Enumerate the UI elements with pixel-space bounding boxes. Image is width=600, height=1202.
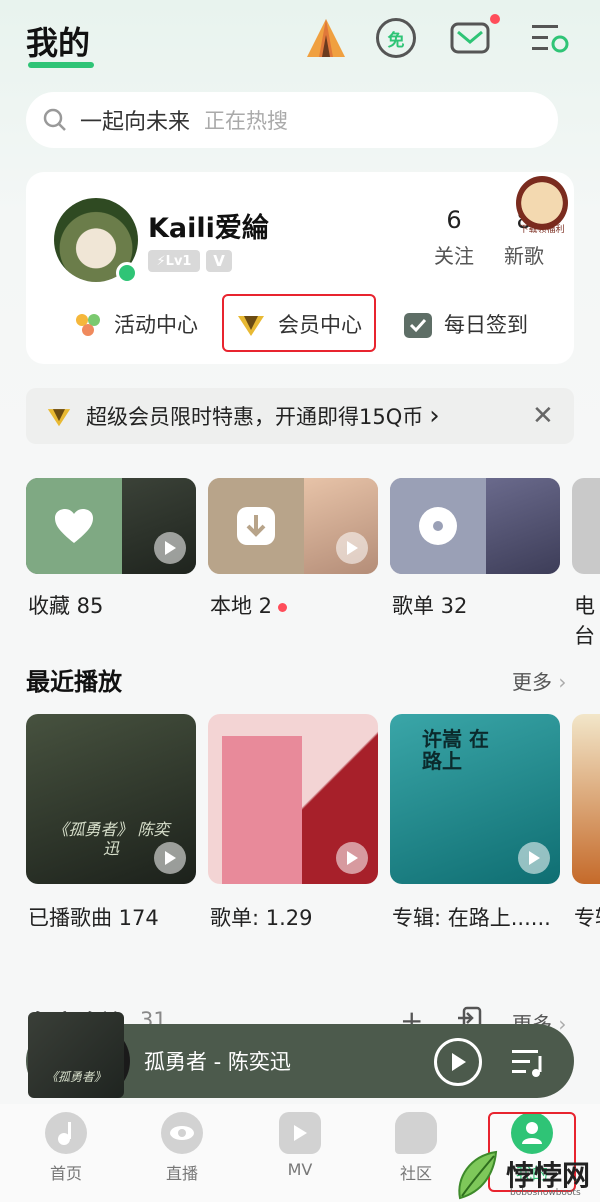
search-icon bbox=[43, 108, 66, 131]
play-icon[interactable] bbox=[154, 532, 186, 564]
recent-label-album: 专辑: 在路上...... bbox=[392, 906, 551, 930]
stat-new-songs-label: 新歌 bbox=[504, 244, 544, 268]
nav-mv[interactable]: MV bbox=[260, 1112, 340, 1179]
nav-live[interactable]: 直播 bbox=[142, 1112, 222, 1184]
search-bar[interactable]: 一起向未来 正在热搜 bbox=[26, 92, 558, 148]
search-hint: 正在热搜 bbox=[204, 109, 289, 133]
now-playing-cover[interactable]: 《孤勇者》 bbox=[28, 1012, 124, 1098]
nav-mv-label: MV bbox=[287, 1160, 313, 1179]
activity-center-button[interactable]: 活动中心 bbox=[72, 300, 198, 348]
level-label: Lv1 bbox=[165, 253, 192, 269]
leaf-logo-icon bbox=[458, 1150, 498, 1200]
vip-center-highlight bbox=[222, 294, 376, 352]
recent-more-link[interactable]: 更多 › bbox=[512, 666, 566, 695]
chevron-right-icon: › bbox=[429, 401, 440, 431]
vip-promo-text: 超级会员限时特惠，开通即得15Q币 bbox=[86, 405, 424, 429]
site-watermark: 悖悖网 bobosnowboots bbox=[450, 1148, 600, 1202]
mail-icon[interactable] bbox=[446, 14, 494, 62]
favorites-label: 收藏 85 bbox=[28, 594, 104, 618]
recent-card-album[interactable]: 许嵩 在路上 bbox=[390, 714, 560, 884]
username[interactable]: Kaili爱綸 bbox=[148, 206, 269, 245]
page-title: 我的 bbox=[26, 24, 91, 62]
free-label: 免 bbox=[387, 30, 405, 51]
video-icon bbox=[279, 1112, 321, 1154]
now-playing-cover-text: 《孤勇者》 bbox=[45, 1070, 106, 1084]
nav-community[interactable]: 社区 bbox=[376, 1112, 456, 1184]
recent-card-playlist[interactable] bbox=[208, 714, 378, 884]
play-icon[interactable] bbox=[336, 842, 368, 874]
watermark-sub: bobosnowboots bbox=[510, 1188, 581, 1198]
radio-label: 电台 bbox=[574, 594, 595, 648]
nav-live-label: 直播 bbox=[165, 1164, 198, 1183]
play-icon[interactable] bbox=[518, 842, 550, 874]
play-icon bbox=[452, 1053, 466, 1071]
stat-follow[interactable]: 6 关注 bbox=[424, 206, 484, 269]
chat-bubble-icon bbox=[395, 1112, 437, 1154]
daily-checkin-button[interactable]: 每日签到 bbox=[402, 300, 528, 348]
new-dot bbox=[278, 602, 288, 612]
nav-community-label: 社区 bbox=[399, 1164, 432, 1183]
wechat-badge-icon bbox=[116, 262, 138, 284]
play-icon[interactable] bbox=[336, 532, 368, 564]
stat-follow-label: 关注 bbox=[434, 244, 474, 268]
eye-icon bbox=[161, 1112, 203, 1154]
nav-home-label: 首页 bbox=[49, 1164, 82, 1183]
local-label: 本地 2 bbox=[210, 594, 273, 618]
level-badge[interactable]: ⚡ Lv1 bbox=[148, 250, 200, 272]
daily-checkin-label: 每日签到 bbox=[444, 313, 528, 337]
free-mode-icon[interactable]: 免 bbox=[372, 14, 420, 62]
recent-card-played[interactable]: 《孤勇者》 陈奕迅 bbox=[26, 714, 196, 884]
unread-dot bbox=[490, 14, 500, 24]
playlists-card[interactable] bbox=[390, 478, 560, 574]
activity-center-label: 活动中心 bbox=[114, 313, 198, 337]
radio-card[interactable] bbox=[572, 478, 600, 574]
activity-icon bbox=[76, 314, 100, 336]
play-button[interactable] bbox=[434, 1038, 482, 1086]
vip-promo-banner[interactable]: 超级会员限时特惠，开通即得15Q币 › bbox=[26, 388, 574, 444]
nav-home[interactable]: 首页 bbox=[26, 1112, 106, 1184]
recent-more-label: 更多 bbox=[512, 670, 552, 694]
search-query: 一起向未来 bbox=[80, 110, 191, 135]
heart-icon bbox=[26, 478, 122, 574]
cover-art bbox=[222, 736, 302, 884]
cover-art bbox=[486, 478, 560, 574]
cover-text: 许嵩 在路上 bbox=[422, 727, 489, 773]
tent-icon[interactable] bbox=[302, 14, 350, 62]
chevron-right-icon: › bbox=[552, 670, 567, 694]
favorites-card[interactable] bbox=[26, 478, 196, 574]
diamond-icon bbox=[47, 409, 71, 427]
download-icon bbox=[208, 478, 304, 574]
title-underline bbox=[28, 62, 94, 68]
play-icon[interactable] bbox=[154, 842, 186, 874]
playlists-label: 歌单 32 bbox=[392, 594, 468, 618]
recent-section-title: 最近播放 bbox=[26, 668, 122, 696]
now-playing-title[interactable]: 孤勇者 - 陈奕迅 bbox=[144, 1046, 291, 1076]
settings-menu-icon[interactable] bbox=[526, 14, 574, 62]
calendar-check-icon bbox=[404, 313, 432, 338]
recent-label-playlist: 歌单: 1.29 bbox=[210, 906, 313, 930]
download-promo-label: 下载领福利 bbox=[519, 225, 565, 235]
close-icon[interactable]: ✕ bbox=[532, 401, 554, 431]
local-label-wrap: 本地 2 bbox=[210, 590, 288, 620]
note-icon bbox=[45, 1112, 87, 1154]
local-card[interactable] bbox=[208, 478, 378, 574]
recent-label-played: 已播歌曲 174 bbox=[28, 906, 159, 930]
vip-badge-icon[interactable]: V bbox=[206, 250, 232, 272]
disc-icon bbox=[390, 478, 486, 574]
recent-card-album-2[interactable] bbox=[572, 714, 600, 884]
playlist-queue-icon[interactable] bbox=[510, 1046, 546, 1082]
recent-label-album-2: 专辑 bbox=[574, 906, 600, 930]
stat-follow-value: 6 bbox=[446, 206, 462, 234]
